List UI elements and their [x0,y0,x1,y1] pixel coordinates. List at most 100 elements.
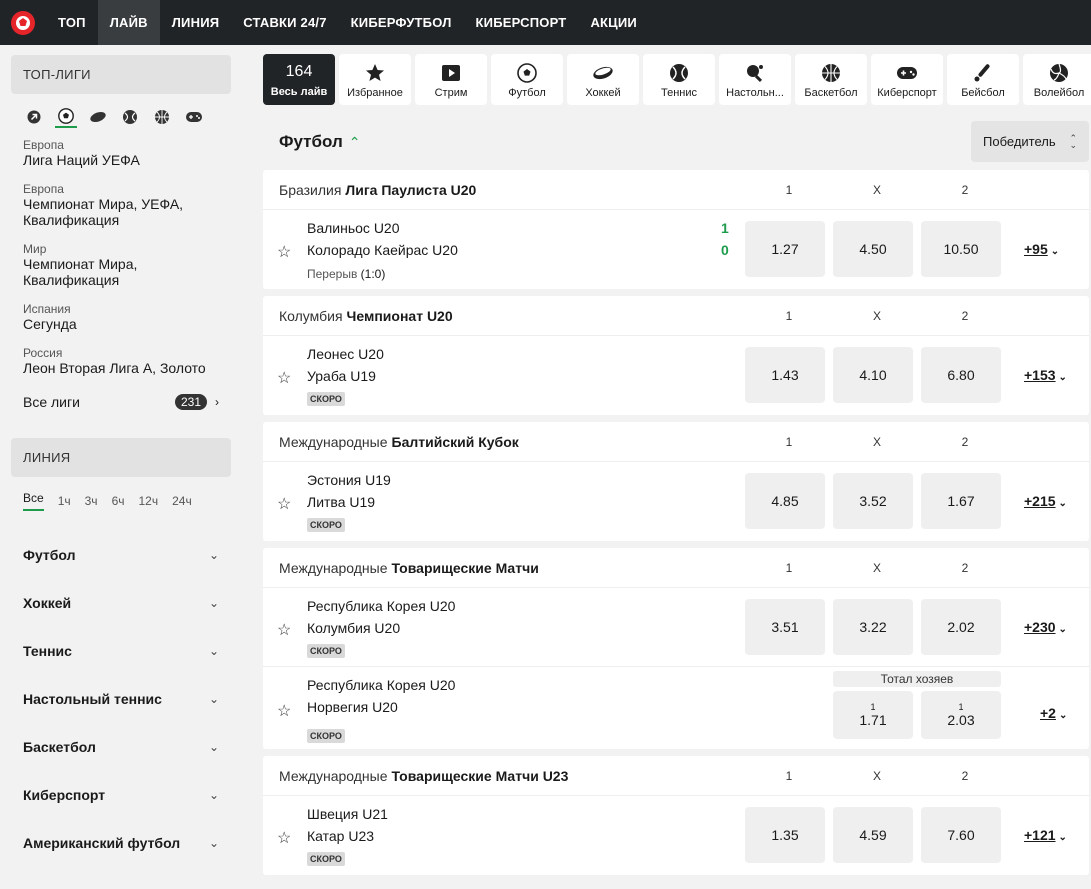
logo-icon[interactable] [0,0,46,45]
tab-baseball[interactable]: Бейсбол [947,54,1019,105]
sport-row-american-football[interactable]: Американский футбол ⌄ [11,819,231,867]
more-markets-link[interactable]: +215 ⌄ [1024,493,1067,509]
sport-row-table-tennis[interactable]: Настольный теннис ⌄ [11,675,231,723]
nav-promotions[interactable]: АКЦИИ [578,0,649,45]
odd-draw[interactable]: 4.50 [833,221,913,277]
tennis-ball-icon [669,62,689,84]
live-count: 164 [285,63,313,80]
soccer-ball-icon[interactable] [55,106,77,128]
time-filter-12h[interactable]: 12ч [139,494,159,508]
odd-home[interactable]: 1.27 [745,221,825,277]
tab-all-live[interactable]: 164 Весь лайв [263,54,335,105]
team-home: Швеция U21 [307,806,388,822]
event-row[interactable]: ☆ Швеция U21 Катар U23 СКОРО 1.35 4.59 7… [263,796,1089,875]
chevron-down-icon: ⌄ [1058,372,1067,383]
league-header[interactable]: Международные Товарищеские Матчи U23 1X2 [263,756,1089,796]
hockey-puck-icon[interactable] [87,106,109,128]
sport-row-football[interactable]: Футбол ⌄ [11,531,231,579]
more-markets-link[interactable]: +95 ⌄ [1024,241,1059,257]
tennis-ball-icon[interactable] [119,106,141,128]
star-icon[interactable]: ☆ [277,368,291,388]
league-item[interactable]: Мир Чемпионат Мира, Квалификация [11,242,231,288]
section-title: Футбол [279,132,343,151]
odd-home[interactable]: 1.35 [745,807,825,863]
league-item[interactable]: Европа Чемпионат Мира, УЕФА, Квалификаци… [11,182,231,228]
time-filter-all[interactable]: Все [23,491,44,511]
tab-basketball[interactable]: Баскетбол [795,54,867,105]
chevron-up-icon[interactable]: ⌃ [349,134,361,151]
event-row[interactable]: ☆ Валиньос U20 Колорадо Каейрас U20 1 0 … [263,210,1089,289]
league-item[interactable]: Испания Сегунда [11,302,231,332]
team-away: Норвегия U20 [307,699,398,715]
odd-draw[interactable]: 4.10 [833,347,913,403]
odd-away[interactable]: 10.50 [921,221,1001,277]
odd-draw[interactable]: 3.22 [833,599,913,655]
sport-row-hockey[interactable]: Хоккей ⌄ [11,579,231,627]
team-home: Эстония U19 [307,472,391,488]
event-row[interactable]: ☆ Эстония U19 Литва U19 СКОРО 4.85 3.52 … [263,462,1089,541]
league-item[interactable]: Россия Леон Вторая Лига А, Золото [11,346,231,376]
league-header[interactable]: Бразилия Лига Паулиста U20 1X2 [263,170,1089,210]
tab-favorites[interactable]: Избранное [339,54,411,105]
odd-away[interactable]: 1.67 [921,473,1001,529]
odd-home[interactable]: 1.43 [745,347,825,403]
star-icon[interactable]: ☆ [277,828,291,848]
star-icon[interactable]: ☆ [277,242,291,262]
nav-live[interactable]: ЛАЙВ [97,0,160,45]
gamepad-icon[interactable] [183,106,205,128]
league-item[interactable]: Европа Лига Наций УЕФА [11,138,231,168]
odd-away[interactable]: 6.80 [921,347,1001,403]
basketball-icon[interactable] [151,106,173,128]
tab-stream[interactable]: Стрим [415,54,487,105]
time-filter-6h[interactable]: 6ч [112,494,125,508]
event-row[interactable]: ☆ Леонес U20 Ураба U19 СКОРО 1.43 4.10 6… [263,336,1089,415]
time-filter-3h[interactable]: 3ч [85,494,98,508]
time-filter-1h[interactable]: 1ч [58,494,71,508]
tab-football[interactable]: Футбол [491,54,563,105]
nav-line[interactable]: ЛИНИЯ [160,0,232,45]
tab-table-tennis[interactable]: Настольн... [719,54,791,105]
sport-row-esports[interactable]: Киберспорт ⌄ [11,771,231,819]
tab-esports[interactable]: Киберспорт [871,54,943,105]
nav-top[interactable]: ТОП [46,0,98,45]
odd-away[interactable]: 2.02 [921,599,1001,655]
tab-tennis[interactable]: Теннис [643,54,715,105]
league-block: Международные Балтийский Кубок 1X2 ☆ Эст… [263,422,1089,541]
odd-total-under[interactable]: 1 2.03 [921,691,1001,739]
soccer-ball-icon [517,62,537,84]
league-header[interactable]: Колумбия Чемпионат U20 1X2 [263,296,1089,336]
odd-home[interactable]: 4.85 [745,473,825,529]
soon-badge: СКОРО [307,852,345,866]
all-leagues-link[interactable]: Все лиги 231 › [11,382,231,422]
arrow-icon[interactable] [23,106,45,128]
star-icon[interactable]: ☆ [277,494,291,514]
odd-draw[interactable]: 3.52 [833,473,913,529]
league-header[interactable]: Международные Балтийский Кубок 1X2 [263,422,1089,462]
star-icon[interactable]: ☆ [277,701,291,721]
market-selector[interactable]: Победитель ⌃ ⌄ [971,121,1089,162]
odd-draw[interactable]: 4.59 [833,807,913,863]
more-markets-link[interactable]: +121 ⌄ [1024,827,1067,843]
star-icon[interactable]: ☆ [277,620,291,640]
odd-away[interactable]: 7.60 [921,807,1001,863]
team-home: Республика Корея U20 [307,598,456,614]
sport-row-tennis[interactable]: Теннис ⌄ [11,627,231,675]
more-markets-link[interactable]: +230 ⌄ [1024,619,1067,635]
soon-badge: СКОРО [307,729,345,743]
nav-cyberfootball[interactable]: КИБЕРФУТБОЛ [339,0,464,45]
nav-esports[interactable]: КИБЕРСПОРТ [464,0,579,45]
odd-total-over[interactable]: 1 1.71 [833,691,913,739]
sport-row-basketball[interactable]: Баскетбол ⌄ [11,723,231,771]
time-filter-24h[interactable]: 24ч [172,494,192,508]
tab-volleyball[interactable]: Волейбол [1023,54,1091,105]
odd-home[interactable]: 3.51 [745,599,825,655]
event-row[interactable]: ☆ Республика Корея U20 Колумбия U20 СКОР… [263,588,1089,667]
more-markets-link[interactable]: +2 ⌄ [1040,705,1067,721]
league-header[interactable]: Международные Товарищеские Матчи 1X2 [263,548,1089,588]
tab-hockey[interactable]: Хоккей [567,54,639,105]
nav-bets-247[interactable]: СТАВКИ 24/7 [231,0,338,45]
event-row[interactable]: ☆ Республика Корея U20 Норвегия U20 СКОР… [263,667,1089,749]
chevron-down-icon: ⌄ [208,836,219,850]
soon-badge: СКОРО [307,518,345,532]
more-markets-link[interactable]: +153 ⌄ [1024,367,1067,383]
